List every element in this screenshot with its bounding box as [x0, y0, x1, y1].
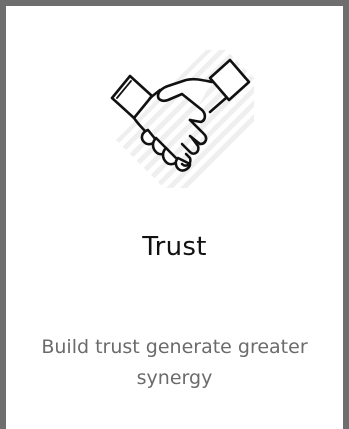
handshake-icon: [106, 50, 254, 188]
card-description: Build trust generate greater synergy: [41, 336, 308, 389]
value-card: Trust Build trust generate greater syner…: [0, 0, 349, 429]
card-title: Trust: [142, 232, 207, 262]
